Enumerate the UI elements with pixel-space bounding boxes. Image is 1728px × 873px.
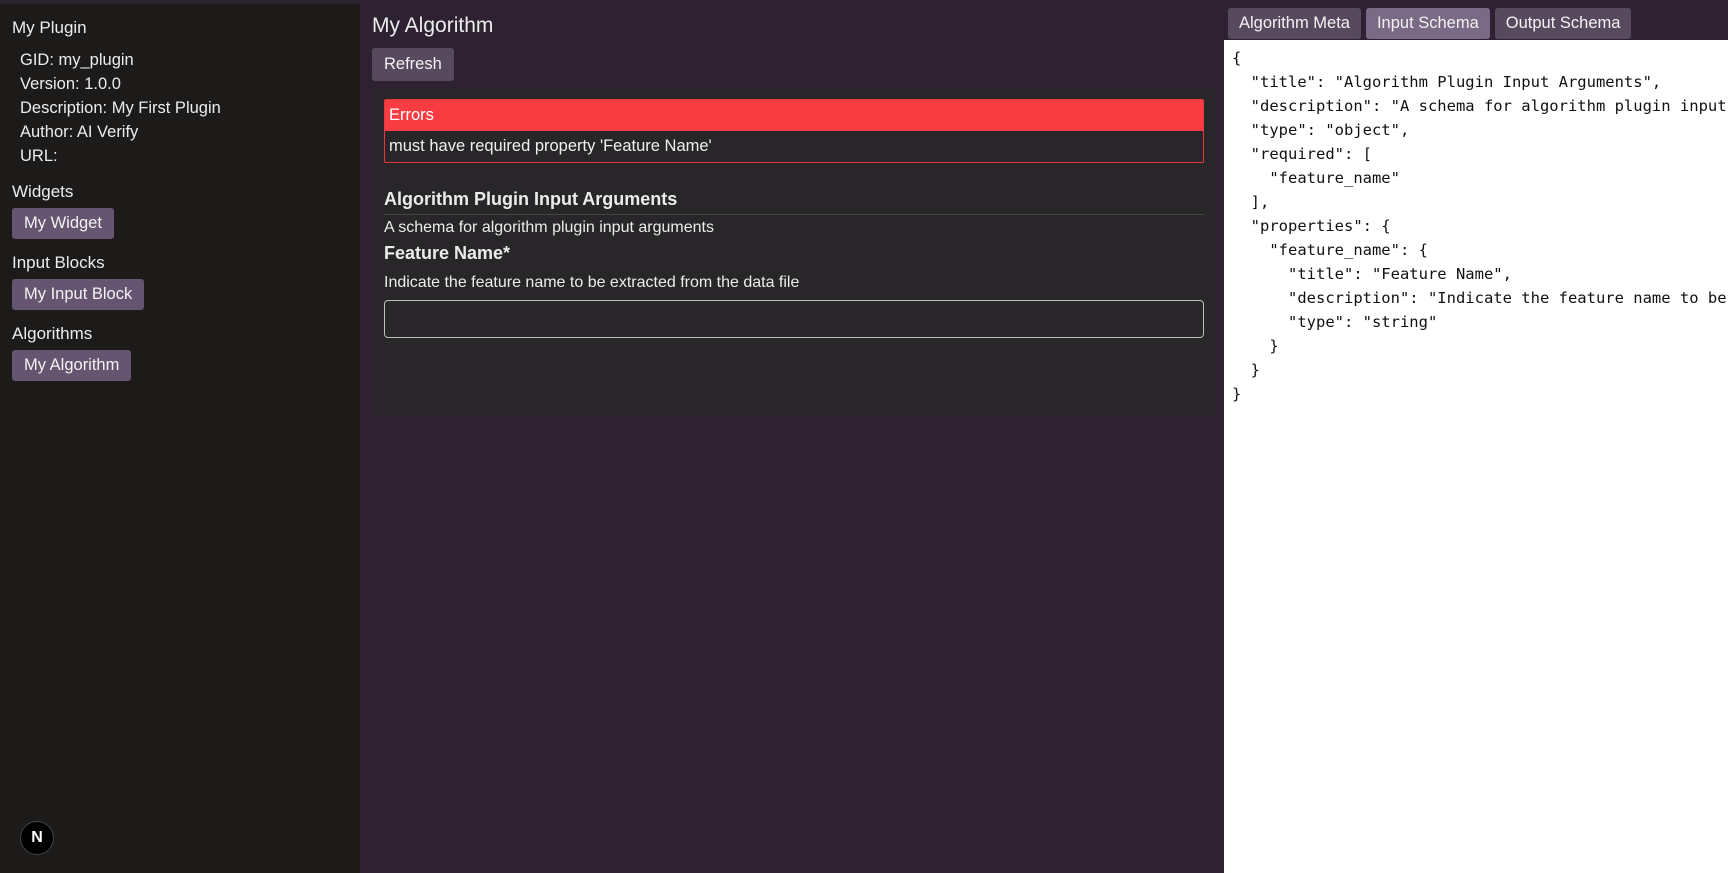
form-description: A schema for algorithm plugin input argu… xyxy=(384,219,714,236)
schema-code-view[interactable]: { "title": "Algorithm Plugin Input Argum… xyxy=(1224,40,1728,873)
nextjs-badge-icon[interactable]: N xyxy=(20,821,54,855)
plugin-description: Description: My First Plugin xyxy=(20,99,221,117)
tab-input-schema[interactable]: Input Schema xyxy=(1365,8,1490,39)
feature-name-label: Feature Name* xyxy=(384,243,511,263)
plugin-meta: GID: my_plugin Version: 1.0.0 Descriptio… xyxy=(12,48,348,168)
plugin-gid: GID: my_plugin xyxy=(20,51,134,69)
plugin-author: Author: AI Verify xyxy=(20,123,139,141)
error-message: must have required property 'Feature Nam… xyxy=(389,137,712,155)
nextjs-badge-letter: N xyxy=(31,829,43,846)
errors-box: Errors must have required property 'Feat… xyxy=(384,99,1204,163)
errors-title: Errors xyxy=(385,100,1203,131)
page-title: My Algorithm xyxy=(372,14,494,37)
my-input-block-button[interactable]: My Input Block xyxy=(12,279,145,310)
my-widget-button[interactable]: My Widget xyxy=(12,208,114,239)
tab-output-schema[interactable]: Output Schema xyxy=(1494,8,1632,39)
tab-algorithm-meta[interactable]: Algorithm Meta xyxy=(1228,8,1361,39)
app: My Plugin GID: my_plugin Version: 1.0.0 … xyxy=(0,0,1728,873)
feature-name-help: Indicate the feature name to be extracte… xyxy=(384,274,800,291)
plugin-version: Version: 1.0.0 xyxy=(20,75,121,93)
algorithms-section-title: Algorithms xyxy=(12,324,93,343)
form-panel: Errors must have required property 'Feat… xyxy=(372,89,1216,416)
schema-tabs: Algorithm Meta Input Schema Output Schem… xyxy=(1228,8,1632,39)
sidebar: My Plugin GID: my_plugin Version: 1.0.0 … xyxy=(0,0,360,873)
input-blocks-section-title: Input Blocks xyxy=(12,253,105,272)
plugin-name: My Plugin xyxy=(12,18,87,37)
widgets-section-title: Widgets xyxy=(12,182,74,201)
refresh-button[interactable]: Refresh xyxy=(372,48,454,81)
form-title: Algorithm Plugin Input Arguments xyxy=(384,189,1204,215)
my-algorithm-button[interactable]: My Algorithm xyxy=(12,350,132,381)
feature-name-input[interactable] xyxy=(384,300,1204,338)
plugin-url: URL: xyxy=(20,147,58,165)
main-panel: My Algorithm Refresh Errors must have re… xyxy=(360,0,1224,873)
schema-pane: Algorithm Meta Input Schema Output Schem… xyxy=(1224,0,1728,873)
